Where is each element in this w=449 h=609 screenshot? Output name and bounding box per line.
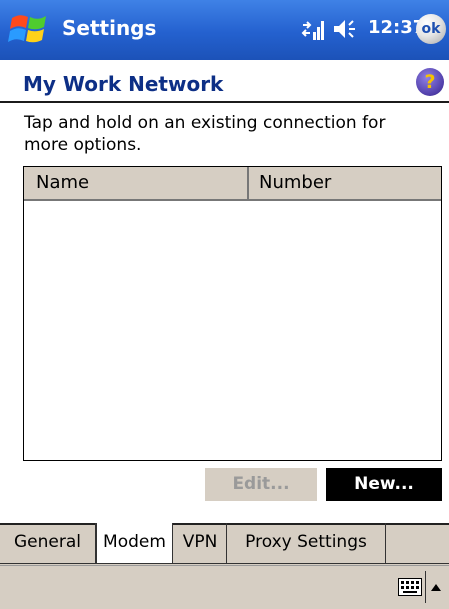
new-button[interactable]: New... xyxy=(326,468,442,501)
header-divider xyxy=(0,101,449,103)
edit-button[interactable]: Edit... xyxy=(205,468,317,501)
windows-start-icon[interactable] xyxy=(8,10,54,48)
page-title: My Work Network xyxy=(23,72,224,96)
command-bar xyxy=(0,565,449,609)
help-icon[interactable]: ? xyxy=(416,68,444,96)
app-title: Settings xyxy=(62,16,157,40)
instructions-text: Tap and hold on an existing connection f… xyxy=(24,113,386,155)
tab-proxy-settings[interactable]: Proxy Settings xyxy=(227,523,386,563)
command-bar-separator xyxy=(425,571,426,603)
tab-strip-bottom-line xyxy=(0,563,449,564)
column-header-name[interactable]: Name xyxy=(24,167,249,199)
tab-vpn[interactable]: VPN xyxy=(174,523,227,563)
volume-icon[interactable] xyxy=(332,16,360,42)
connections-list[interactable]: Name Number xyxy=(23,166,442,461)
keyboard-icon[interactable] xyxy=(398,578,422,596)
column-header-number[interactable]: Number xyxy=(259,167,331,199)
input-selector-arrow-icon[interactable] xyxy=(430,582,442,592)
list-header: Name Number xyxy=(24,167,441,201)
tab-general[interactable]: General xyxy=(0,523,96,563)
connectivity-icon[interactable] xyxy=(300,16,326,42)
tab-modem[interactable]: Modem xyxy=(96,523,173,564)
ok-button[interactable]: ok xyxy=(416,14,446,44)
